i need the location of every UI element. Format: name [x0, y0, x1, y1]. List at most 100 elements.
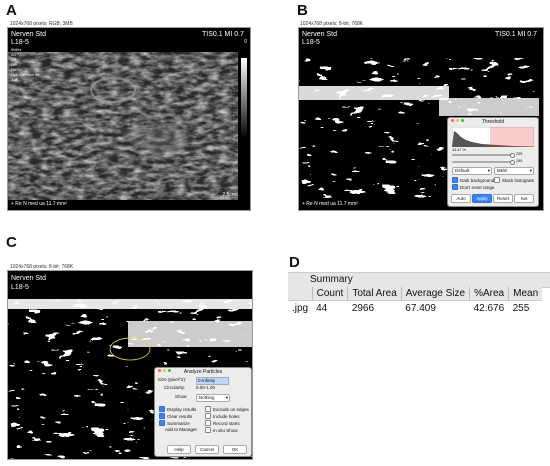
- scale-top-a: 0: [244, 39, 247, 45]
- mode-select-value: B&W: [497, 168, 508, 173]
- checkbox-icon: [205, 413, 211, 419]
- overlay-title-c: Nerven Std: [11, 275, 47, 282]
- checkbox-label: Summarize: [167, 421, 190, 426]
- overlay-title-b: Nerven Std: [302, 31, 338, 38]
- panel-letter-d: D: [289, 254, 300, 271]
- side-line: Aufl: [11, 77, 18, 82]
- panel-letter-a: A: [6, 2, 17, 19]
- panel-letter-b: B: [297, 2, 308, 19]
- threshold-dialog-title: Threshold: [481, 119, 505, 125]
- circularity-input[interactable]: 0.00-1.00: [196, 385, 215, 391]
- checkbox-icon: [205, 427, 211, 433]
- column-header[interactable]: %Area: [469, 287, 510, 301]
- threshold-image-b[interactable]: Nerven Std L18-5 TIS0.1 MI 0.7 + Re N me…: [298, 27, 544, 211]
- checkbox-record-starts[interactable]: Record starts: [205, 420, 240, 426]
- summary-titlebar: Summary: [288, 273, 550, 288]
- threshold-percent: 44.47 %: [452, 148, 466, 152]
- min-slider-value: 255: [516, 152, 523, 156]
- show-select[interactable]: Nothing ▾: [196, 394, 230, 402]
- checkbox-label: Don't reset range: [460, 185, 495, 190]
- size-input[interactable]: 0-Infinity: [196, 377, 229, 385]
- column-header[interactable]: Mean: [508, 287, 543, 301]
- column-header[interactable]: Count: [312, 287, 349, 301]
- apply-button[interactable]: Apply: [472, 194, 492, 203]
- checkbox-icon: [452, 184, 458, 190]
- overlay-ti-mi-b: TIS0.1 MI 0.7: [494, 31, 537, 38]
- column-header[interactable]: Total Area: [347, 287, 402, 301]
- checkbox-label: Stack histogram: [502, 178, 535, 183]
- panel-letter-c: C: [6, 234, 17, 251]
- checkbox-icon: [159, 420, 165, 426]
- side-lines-a: 9MHz 2D G8 DR Gn Opt. Gerätch 55 Aufl: [11, 47, 39, 82]
- overlay-ti-mi-a: TIS0.1 MI 0.7: [201, 31, 244, 38]
- chevron-down-icon: ▾: [529, 168, 532, 173]
- checkbox-label: Include holes: [213, 414, 240, 419]
- summary-table: Count Total Area Average Size %Area Mean…: [288, 287, 543, 317]
- show-select-value: Nothing: [199, 395, 215, 400]
- auto-button[interactable]: Auto: [451, 194, 471, 203]
- ok-button[interactable]: OK: [223, 445, 247, 454]
- mode-select[interactable]: B&W ▾: [494, 167, 534, 175]
- overlay-title-a: Nerven Std: [11, 31, 47, 38]
- checkbox-icon: [159, 413, 165, 419]
- table-cell: 67.409: [405, 303, 436, 314]
- checkbox-dark-background[interactable]: Dark background: [452, 177, 494, 183]
- analyze-image-c[interactable]: Nerven Std L18-5 Analyze Particles Size …: [7, 270, 253, 460]
- checkbox-display-results[interactable]: Display results: [159, 406, 196, 412]
- checkbox-label: Display results: [167, 407, 197, 412]
- threshold-dialog[interactable]: Threshold 44.47 % 255 255 Default ▾ B&W ▾ …: [447, 117, 539, 207]
- size-label: Size (pixel^2):: [158, 377, 187, 382]
- checkbox-label: Record starts: [213, 421, 240, 426]
- table-cell: 2966: [351, 303, 375, 314]
- overlay-probe-c: L18-5: [11, 284, 29, 291]
- checkbox-icon: [205, 420, 211, 426]
- table-cell: .jpg: [292, 303, 309, 314]
- column-header[interactable]: Average Size: [401, 287, 471, 301]
- checkbox-icon: [452, 177, 458, 183]
- table-cell: 42.676: [473, 303, 505, 314]
- ultrasound-image-a[interactable]: Nerven Std L18-5 TIS0.1 MI 0.7 0 9MHz 2D…: [7, 27, 251, 211]
- method-select-value: Default: [455, 168, 470, 173]
- column-header[interactable]: [288, 287, 313, 301]
- checkbox-in-situ-show[interactable]: In situ Show: [205, 427, 238, 433]
- checkbox-label: Clear results: [167, 414, 193, 419]
- scale-bottom-a: 2.5cm: [222, 192, 236, 198]
- checkbox-icon: [159, 406, 165, 412]
- min-slider[interactable]: [452, 153, 515, 158]
- table-row[interactable]: .jpg 44 2966 67.409 42.676 255: [288, 301, 542, 317]
- table-header-row: Count Total Area Average Size %Area Mean: [288, 287, 543, 301]
- max-slider-value: 255: [516, 159, 523, 163]
- checkbox-icon: [494, 177, 500, 183]
- checkbox-summarize[interactable]: Summarize: [159, 420, 190, 426]
- max-slider[interactable]: [452, 160, 515, 165]
- checkbox-dont-reset-range[interactable]: Don't reset range: [452, 184, 494, 190]
- checkbox-label: In situ Show: [213, 428, 238, 433]
- reset-button[interactable]: Reset: [493, 194, 513, 203]
- measure-a: + Re N med ua 11.7 mm²: [11, 201, 67, 207]
- checkbox-clear-results[interactable]: Clear results: [159, 413, 192, 419]
- ultrasound-texture: [8, 28, 250, 210]
- table-cell: 44: [316, 303, 328, 314]
- overlay-probe-b: L18-5: [302, 39, 320, 46]
- histogram-chart: [452, 127, 534, 147]
- checkbox-icon: [205, 406, 211, 412]
- set-button[interactable]: Set: [514, 194, 534, 203]
- checkbox-label: Dark background: [460, 178, 495, 183]
- chevron-down-icon: ▾: [487, 168, 490, 173]
- measure-b: + Re N med ua 11.7 mm²: [302, 201, 358, 207]
- overlay-probe-a: L18-5: [11, 39, 29, 46]
- checkbox-label: Add to Manager: [165, 427, 198, 432]
- analyze-dialog-title: Analyze Particles: [183, 369, 223, 375]
- method-select[interactable]: Default ▾: [452, 167, 492, 175]
- help-button[interactable]: Help: [167, 445, 191, 454]
- checkbox-exclude-on-edges[interactable]: Exclude on edges: [205, 406, 249, 412]
- checkbox-stack-histogram[interactable]: Stack histogram: [494, 177, 534, 183]
- checkbox-include-holes[interactable]: Include holes: [205, 413, 240, 419]
- analyze-particles-dialog[interactable]: Analyze Particles Size (pixel^2): 0-Infi…: [154, 367, 252, 457]
- checkbox-add-to-manager[interactable]: Add to Manager: [165, 427, 197, 432]
- table-cell: 255: [512, 303, 530, 314]
- summary-window[interactable]: Summary Count Total Area Average Size %A…: [288, 272, 550, 323]
- circularity-label: Circularity:: [164, 385, 186, 390]
- show-label: Show:: [175, 394, 188, 399]
- cancel-button[interactable]: Cancel: [195, 445, 219, 454]
